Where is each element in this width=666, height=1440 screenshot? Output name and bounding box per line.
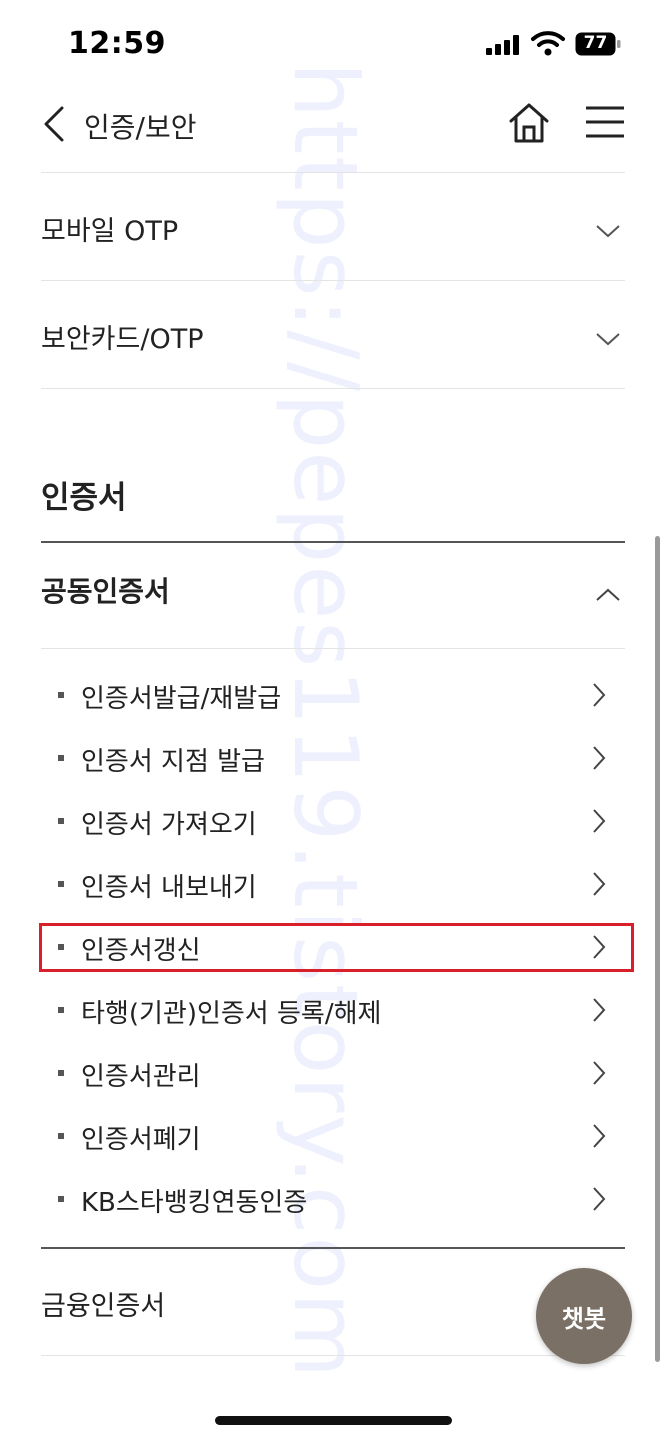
scrollbar[interactable] [655,536,660,1362]
status-bar: 12:59 77 [0,0,666,90]
accordion-security-card-otp[interactable]: 보안카드/OTP [41,281,625,388]
chevron-up-icon [596,588,620,601]
bullet [58,1007,64,1013]
submenu-item-kb-starbanking-link[interactable]: KB스타뱅킹연동인증 [41,1172,625,1226]
bullet [58,881,64,887]
divider [41,648,625,649]
accordion-mobile-otp[interactable]: 모바일 OTP [41,173,625,280]
chevron-right-icon [593,683,606,707]
battery-indicator: 77 [575,32,621,56]
chevron-right-icon [593,809,606,833]
submenu-item-import[interactable]: 인증서 가져오기 [41,794,625,848]
chevron-right-icon [593,746,606,770]
section-title: 인증서 [41,480,127,516]
chevron-right-icon [593,1061,606,1085]
accordion-joint-certificate[interactable]: 공동인증서 [41,570,625,630]
submenu-label: 인증서폐기 [81,1125,201,1155]
submenu-item-renew[interactable]: 인증서갱신 [41,920,625,974]
submenu-item-export[interactable]: 인증서 내보내기 [41,857,625,911]
app-header: 인증/보안 [0,90,666,172]
bullet [58,818,64,824]
wifi-icon [531,31,565,56]
submenu-label: 인증서 지점 발급 [81,747,265,777]
chevron-down-icon [596,225,620,238]
cellular-signal-icon [486,35,519,55]
page-title: 인증/보안 [84,111,197,144]
submenu-label: 타행(기관)인증서 등록/해제 [81,999,382,1029]
bullet [58,1196,64,1202]
chevron-right-icon [593,1187,606,1211]
accordion-label: 금융인증서 [41,1291,166,1322]
back-icon[interactable] [36,102,76,146]
chevron-right-icon [593,935,606,959]
submenu-label: 인증서 내보내기 [81,873,257,903]
chatbot-button[interactable]: 챗봇 [536,1268,632,1364]
home-indicator [215,1416,452,1425]
bullet [58,944,64,950]
chevron-right-icon [593,1124,606,1148]
chevron-right-icon [593,998,606,1022]
divider [41,1355,625,1356]
submenu-label: 인증서관리 [81,1062,201,1092]
group-end-divider [41,1247,625,1249]
bullet [58,755,64,761]
submenu-item-other-bank-register[interactable]: 타행(기관)인증서 등록/해제 [41,983,625,1037]
submenu-label: 인증서발급/재발급 [81,684,282,714]
group-title: 공동인증서 [41,575,170,608]
bullet [58,1133,64,1139]
battery-level: 77 [583,33,608,53]
divider [41,388,625,389]
submenu-item-branch-issue[interactable]: 인증서 지점 발급 [41,731,625,785]
section-divider [41,541,625,543]
accordion-label: 보안카드/OTP [41,324,204,355]
chevron-right-icon [593,872,606,896]
submenu-label: 인증서 가져오기 [81,810,257,840]
bullet [58,1070,64,1076]
submenu-label: KB스타뱅킹연동인증 [81,1188,308,1218]
bullet [58,692,64,698]
submenu-label: 인증서갱신 [81,936,201,966]
submenu-item-manage[interactable]: 인증서관리 [41,1046,625,1100]
hamburger-menu-icon[interactable] [584,104,626,140]
submenu-item-issue-reissue[interactable]: 인증서발급/재발급 [41,668,625,722]
chevron-down-icon [596,333,620,346]
accordion-label: 모바일 OTP [41,216,179,247]
home-icon[interactable] [506,100,552,146]
status-time: 12:59 [68,26,166,61]
submenu-item-revoke[interactable]: 인증서폐기 [41,1109,625,1163]
